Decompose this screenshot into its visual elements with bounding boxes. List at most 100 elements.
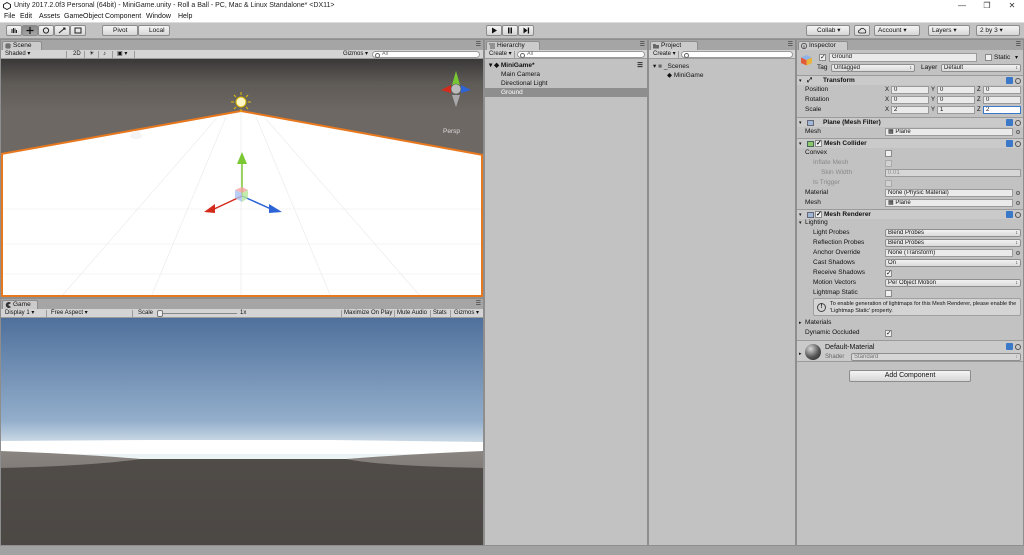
layout-dropdown[interactable]: 2 by 3	[976, 25, 1020, 36]
static-checkbox[interactable]	[985, 54, 992, 61]
hierarchy-item-ground[interactable]: Ground	[485, 88, 647, 97]
reflection-probes-dropdown[interactable]: Blend Probes	[885, 239, 1021, 247]
mesh-collider-settings-gear-icon[interactable]	[1015, 141, 1021, 147]
motion-vectors-dropdown[interactable]: Per Object Motion	[885, 279, 1021, 287]
materials-expand-arrow-icon[interactable]: ▸	[799, 318, 802, 328]
convex-checkbox[interactable]	[885, 150, 892, 157]
collider-mesh-field[interactable]: ▦ Plane	[885, 199, 1013, 207]
shader-dropdown[interactable]: Standard	[851, 353, 1021, 361]
menu-window[interactable]: Window	[146, 13, 171, 20]
step-button[interactable]	[518, 25, 534, 36]
tab-inspector[interactable]: Inspector	[798, 41, 848, 50]
position-z-label[interactable]: Z	[977, 85, 981, 95]
lightmap-static-checkbox[interactable]	[885, 290, 892, 297]
anchor-override-field[interactable]: None (Transform)	[885, 249, 1013, 257]
rotation-y-label[interactable]: Y	[931, 95, 935, 105]
local-toggle[interactable]: Local	[138, 25, 170, 36]
scene-lighting-toggle-icon[interactable]: ☀	[87, 51, 99, 58]
scale-x-label[interactable]: X	[885, 105, 889, 115]
project-panel-menu-icon[interactable]: ☰	[788, 41, 793, 48]
shading-mode-dropdown[interactable]: Shaded	[3, 51, 67, 58]
scale-slider-handle[interactable]	[157, 310, 163, 317]
2d-toggle[interactable]: 2D	[71, 51, 85, 58]
skin-width-field[interactable]: 0.01	[885, 169, 1021, 177]
scale-slider-track[interactable]	[157, 313, 237, 314]
mesh-collider-enabled-checkbox[interactable]: ✓	[815, 140, 822, 147]
scale-x-field[interactable]: 2	[891, 106, 929, 114]
hierarchy-create-dropdown[interactable]: Create	[487, 51, 515, 58]
hierarchy-search-input[interactable]: All	[517, 51, 645, 58]
game-viewport[interactable]	[1, 318, 483, 545]
move-tool-button[interactable]	[22, 25, 38, 36]
collider-material-field[interactable]: None (Physic Material)	[885, 189, 1013, 197]
dynamic-occluded-checkbox[interactable]: ✓	[885, 330, 892, 337]
hand-tool-button[interactable]	[6, 25, 22, 36]
collab-dropdown[interactable]: Collab	[806, 25, 850, 36]
gameobject-name-field[interactable]: Ground	[829, 53, 977, 62]
pause-button[interactable]	[502, 25, 518, 36]
rotation-y-field[interactable]: 0	[937, 96, 975, 104]
display-dropdown[interactable]: Display 1	[3, 310, 47, 317]
minimize-button[interactable]: —	[950, 0, 974, 12]
project-create-dropdown[interactable]: Create	[651, 51, 679, 58]
game-gizmos-dropdown[interactable]: Gizmos	[452, 310, 482, 317]
transform-header[interactable]: ▾ ⤢ Transform	[797, 75, 1023, 85]
collider-mesh-picker-icon[interactable]	[1016, 201, 1020, 205]
orientation-gizmo[interactable]	[441, 71, 471, 107]
static-dropdown-arrow-icon[interactable]: ▾	[1015, 54, 1018, 61]
receive-shadows-checkbox[interactable]: ✓	[885, 270, 892, 277]
scene-search-input[interactable]: All	[372, 51, 480, 58]
rotation-x-label[interactable]: X	[885, 95, 889, 105]
hierarchy-panel-menu-icon[interactable]: ☰	[640, 41, 645, 48]
cast-shadows-dropdown[interactable]: On	[885, 259, 1021, 267]
rotation-z-field[interactable]: 0	[983, 96, 1021, 104]
maximize-button[interactable]: ❐	[975, 0, 999, 12]
scene-effects-dropdown-icon[interactable]: ▣	[115, 51, 135, 58]
expand-arrow-icon[interactable]: ▾	[489, 62, 492, 69]
project-folder-scenes[interactable]: ▾ ■ _Scenes	[649, 62, 795, 71]
scale-y-label[interactable]: Y	[931, 105, 935, 115]
gameobject-active-checkbox[interactable]: ✓	[819, 54, 826, 61]
position-z-field[interactable]: 0	[983, 86, 1021, 94]
mesh-renderer-enabled-checkbox[interactable]: ✓	[815, 211, 822, 218]
mesh-filter-help-icon[interactable]	[1006, 119, 1013, 126]
tab-project[interactable]: Project	[650, 41, 698, 50]
persp-label[interactable]: Persp	[443, 128, 460, 135]
scene-gizmos-dropdown[interactable]: Gizmos	[341, 51, 371, 58]
position-x-field[interactable]: 0	[891, 86, 929, 94]
stats-toggle[interactable]: Stats	[431, 310, 451, 317]
transform-settings-gear-icon[interactable]	[1015, 78, 1021, 84]
project-item-minigame[interactable]: ◆ MiniGame	[649, 71, 795, 80]
scale-z-field[interactable]: 2	[983, 106, 1021, 114]
layers-dropdown[interactable]: Layers	[928, 25, 970, 36]
rect-tool-button[interactable]	[70, 25, 86, 36]
materials-foldout[interactable]: ▸ Materials	[797, 318, 1023, 328]
tab-scene[interactable]: Scene	[2, 41, 42, 50]
light-probes-dropdown[interactable]: Blend Probes	[885, 229, 1021, 237]
folder-expand-arrow-icon[interactable]: ▾	[653, 63, 656, 70]
menu-gameobject[interactable]: GameObject	[64, 13, 103, 20]
material-expand-arrow-icon[interactable]: ▸	[799, 351, 802, 357]
rotation-x-field[interactable]: 0	[891, 96, 929, 104]
inspector-panel-menu-icon[interactable]: ☰	[1016, 41, 1021, 48]
game-panel-menu-icon[interactable]: ☰	[476, 300, 481, 307]
position-y-field[interactable]: 0	[937, 86, 975, 94]
anchor-override-picker-icon[interactable]	[1016, 251, 1020, 255]
material-help-icon[interactable]	[1006, 343, 1013, 350]
scale-z-label[interactable]: Z	[977, 105, 981, 115]
mesh-filter-settings-gear-icon[interactable]	[1015, 120, 1021, 126]
close-button[interactable]: ✕	[1000, 0, 1024, 12]
mute-audio-toggle[interactable]: Mute Audio	[395, 310, 431, 317]
scale-tool-button[interactable]	[54, 25, 70, 36]
hierarchy-scene-row[interactable]: ▾ ◆ MiniGame* ☰	[485, 61, 647, 70]
static-dropdown[interactable]: Static	[994, 54, 1010, 61]
is-trigger-checkbox[interactable]	[885, 180, 892, 187]
mesh-filter-mesh-field[interactable]: ▦ Plane	[885, 128, 1013, 136]
account-dropdown[interactable]: Account	[874, 25, 920, 36]
tab-hierarchy[interactable]: Hierarchy	[486, 41, 540, 50]
position-x-label[interactable]: X	[885, 85, 889, 95]
scene-viewport[interactable]: Persp	[1, 59, 483, 297]
project-search-input[interactable]	[681, 51, 793, 58]
mesh-filter-header[interactable]: ▾ Plane (Mesh Filter)	[797, 117, 1023, 127]
play-button[interactable]	[486, 25, 502, 36]
